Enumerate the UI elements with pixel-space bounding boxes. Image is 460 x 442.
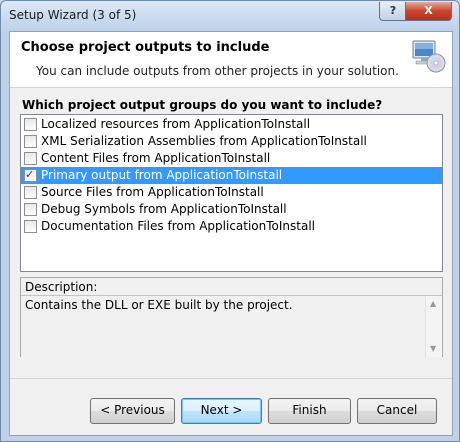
description-textbox[interactable]: Contains the DLL or EXE built by the pro… [21, 295, 442, 357]
cancel-button[interactable]: Cancel [357, 398, 437, 424]
page-title: Choose project outputs to include [21, 40, 270, 55]
list-item-label: Debug Symbols from ApplicationToInstall [41, 202, 287, 216]
list-item[interactable]: Documentation Files from ApplicationToIn… [21, 218, 442, 235]
list-item-label: Localized resources from ApplicationToIn… [41, 117, 311, 131]
finish-button[interactable]: Finish [268, 398, 351, 424]
scroll-up-icon[interactable]: ▲ [430, 299, 436, 308]
output-groups-label: Which project output groups do you want … [22, 98, 383, 112]
computer-cd-icon [412, 40, 446, 73]
button-divider [10, 378, 452, 379]
checkbox[interactable] [24, 152, 37, 165]
checkbox[interactable] [24, 135, 37, 148]
wizard-client-area: Choose project outputs to include You ca… [9, 31, 453, 436]
list-item[interactable]: Source Files from ApplicationToInstall [21, 184, 442, 201]
next-button[interactable]: Next > [181, 398, 262, 424]
wizard-header: Choose project outputs to include You ca… [10, 32, 452, 88]
checkmark-icon: ✓ [25, 168, 35, 181]
description-text: Contains the DLL or EXE built by the pro… [25, 298, 293, 312]
list-item-label: Documentation Files from ApplicationToIn… [41, 219, 316, 233]
checkbox[interactable] [24, 186, 37, 199]
checkbox-checked[interactable]: ✓ [24, 168, 37, 182]
list-item-label: Source Files from ApplicationToInstall [41, 185, 264, 199]
list-item-selected[interactable]: ✓ Primary output from ApplicationToInsta… [21, 167, 442, 184]
list-item[interactable]: Localized resources from ApplicationToIn… [21, 116, 442, 133]
list-item[interactable]: Content Files from ApplicationToInstall [21, 150, 442, 167]
list-item[interactable]: XML Serialization Assemblies from Applic… [21, 133, 442, 150]
window-title: Setup Wizard (3 of 5) [9, 8, 137, 22]
previous-button[interactable]: < Previous [90, 398, 175, 424]
description-label: Description: [25, 280, 98, 294]
list-item-label: Primary output from ApplicationToInstall [41, 168, 283, 182]
checkbox[interactable] [24, 220, 37, 233]
list-item-label: XML Serialization Assemblies from Applic… [41, 134, 367, 148]
list-item[interactable]: Debug Symbols from ApplicationToInstall [21, 201, 442, 218]
page-subtitle: You can include outputs from other proje… [36, 64, 399, 78]
output-groups-list[interactable]: Localized resources from ApplicationToIn… [20, 114, 443, 272]
checkbox[interactable] [24, 203, 37, 216]
help-button[interactable]: ? [379, 2, 407, 21]
title-bar[interactable]: Setup Wizard (3 of 5) ? X [1, 1, 459, 31]
scroll-down-icon[interactable]: ▼ [430, 344, 436, 353]
description-panel: Description: Contains the DLL or EXE bui… [20, 277, 443, 357]
list-item-label: Content Files from ApplicationToInstall [41, 151, 271, 165]
checkbox[interactable] [24, 118, 37, 131]
setup-wizard-window: Setup Wizard (3 of 5) ? X Choose project… [0, 0, 460, 442]
close-button[interactable]: X [405, 2, 452, 21]
description-scrollbar[interactable]: ▲ ▼ [425, 296, 442, 357]
